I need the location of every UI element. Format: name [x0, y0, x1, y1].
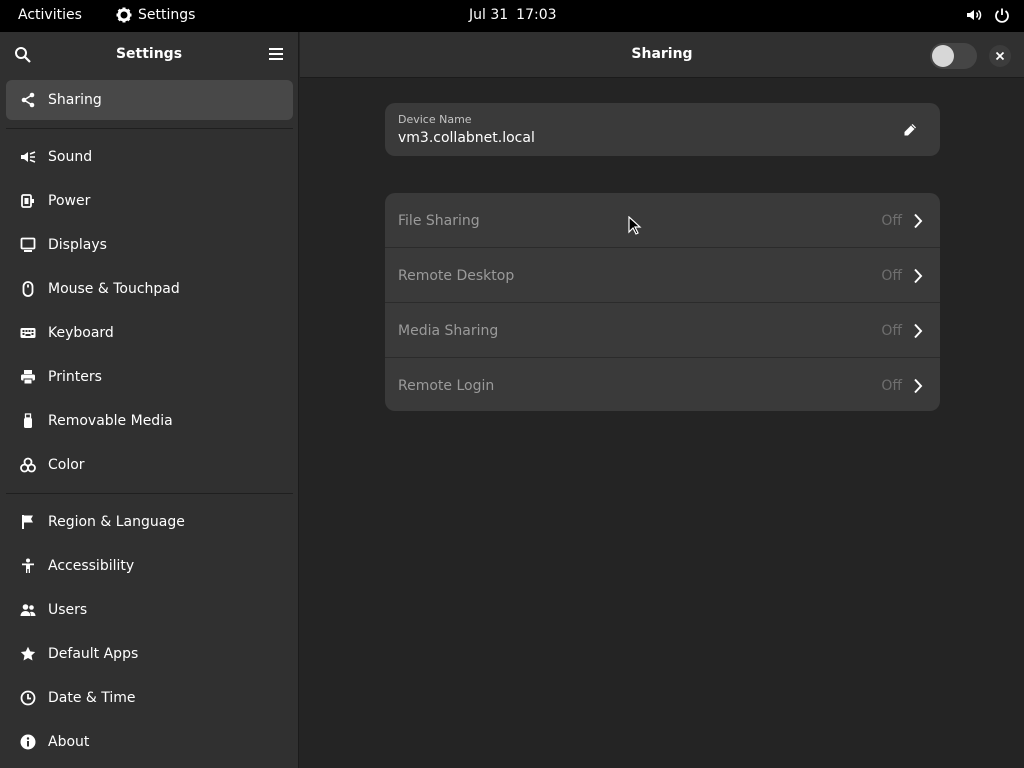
sharing-options-list: File Sharing Off Remote Desktop Off Medi… [385, 193, 940, 411]
sidebar-item-accessibility[interactable]: Accessibility [6, 546, 293, 586]
sharing-toggle[interactable] [930, 43, 977, 69]
sidebar-item-label: Date & Time [48, 690, 136, 706]
clock[interactable]: Jul 31 17:03 [469, 7, 557, 23]
sidebar-title: Settings [115, 46, 183, 62]
accessibility-icon [19, 557, 37, 575]
sidebar-item-sound[interactable]: Sound [6, 137, 293, 177]
sidebar-item-date-time[interactable]: Date & Time [6, 678, 293, 718]
users-icon [19, 601, 37, 619]
system-menu[interactable] [966, 7, 1010, 23]
speaker-icon [19, 148, 37, 166]
device-name-row[interactable]: Device Name vm3.collabnet.local [385, 103, 940, 156]
sidebar-item-mouse-touchpad[interactable]: Mouse & Touchpad [6, 269, 293, 309]
sidebar-item-label: Users [48, 602, 88, 618]
sidebar-item-label: Power [48, 193, 91, 209]
sidebar-divider [6, 493, 293, 494]
info-icon [19, 733, 37, 751]
usb-drive-icon [19, 412, 37, 430]
sidebar-item-label: Default Apps [48, 646, 139, 662]
media-sharing-row[interactable]: Media Sharing Off [385, 303, 940, 358]
toggle-knob [932, 45, 954, 67]
remote-desktop-row[interactable]: Remote Desktop Off [385, 248, 940, 303]
page-title: Sharing [631, 46, 693, 62]
row-state: Off [881, 212, 902, 229]
hamburger-menu-icon[interactable] [268, 47, 284, 61]
sidebar-item-keyboard[interactable]: Keyboard [6, 313, 293, 353]
chevron-right-icon [913, 213, 923, 229]
device-name-value: vm3.collabnet.local [398, 130, 535, 146]
share-icon [19, 91, 37, 109]
sidebar-item-label: Sound [48, 149, 93, 165]
mouse-icon [19, 280, 37, 298]
remote-login-row[interactable]: Remote Login Off [385, 358, 940, 413]
sidebar-item-displays[interactable]: Displays [6, 225, 293, 265]
sidebar-item-about[interactable]: About [6, 722, 293, 762]
sidebar-item-color[interactable]: Color [6, 445, 293, 485]
sidebar-item-label: Mouse & Touchpad [48, 281, 180, 297]
display-icon [19, 236, 37, 254]
sidebar-item-printers[interactable]: Printers [6, 357, 293, 397]
sidebar-item-label: Accessibility [48, 558, 135, 574]
printer-icon [19, 368, 37, 386]
sidebar-item-sharing[interactable]: Sharing [6, 80, 293, 120]
clock-time: 17:03 [516, 7, 557, 23]
sidebar-header: Settings [0, 32, 298, 78]
sidebar-item-label: Displays [48, 237, 107, 253]
pencil-icon[interactable] [902, 122, 918, 138]
sidebar-item-label: Printers [48, 369, 102, 385]
gear-icon [116, 7, 132, 23]
activities-button[interactable]: Activities [18, 7, 82, 23]
sidebar-item-label: Color [48, 457, 85, 473]
row-label: Remote Login [398, 377, 495, 394]
sidebar-divider [6, 128, 293, 129]
chevron-right-icon [913, 323, 923, 339]
sidebar-item-power[interactable]: Power [6, 181, 293, 221]
volume-icon [966, 7, 982, 23]
sidebar-item-label: Keyboard [48, 325, 114, 341]
power-plug-icon [19, 192, 37, 210]
sidebar-item-default-apps[interactable]: Default Apps [6, 634, 293, 674]
file-sharing-row[interactable]: File Sharing Off [385, 193, 940, 248]
row-label: Media Sharing [398, 322, 499, 339]
row-state: Off [881, 267, 902, 284]
sidebar: Settings Sharing Sound Power Displays Mo… [0, 32, 299, 768]
app-menu-label: Settings [138, 7, 196, 23]
row-label: File Sharing [398, 212, 480, 229]
top-bar: Activities Settings Jul 31 17:03 [0, 0, 1024, 32]
sidebar-item-label: Removable Media [48, 413, 173, 429]
sidebar-item-label: Region & Language [48, 514, 185, 530]
content-header: Sharing [300, 32, 1024, 78]
device-name-label: Device Name [398, 113, 472, 126]
power-icon [994, 7, 1010, 23]
flag-icon [19, 513, 37, 531]
row-label: Remote Desktop [398, 267, 515, 284]
clock-date: Jul 31 [469, 7, 509, 23]
sidebar-item-users[interactable]: Users [6, 590, 293, 630]
app-menu[interactable]: Settings [116, 7, 195, 23]
chevron-right-icon [913, 268, 923, 284]
sidebar-item-region-language[interactable]: Region & Language [6, 502, 293, 542]
keyboard-icon [19, 324, 37, 342]
color-icon [19, 456, 37, 474]
close-icon [995, 51, 1005, 61]
sidebar-item-label: About [48, 734, 90, 750]
row-state: Off [881, 322, 902, 339]
close-button[interactable] [989, 45, 1011, 67]
clock-icon [19, 689, 37, 707]
row-state: Off [881, 377, 902, 394]
star-icon [19, 645, 37, 663]
sidebar-item-removable-media[interactable]: Removable Media [6, 401, 293, 441]
sidebar-item-label: Sharing [48, 92, 102, 108]
chevron-right-icon [913, 378, 923, 394]
mouse-pointer-icon [628, 215, 642, 240]
